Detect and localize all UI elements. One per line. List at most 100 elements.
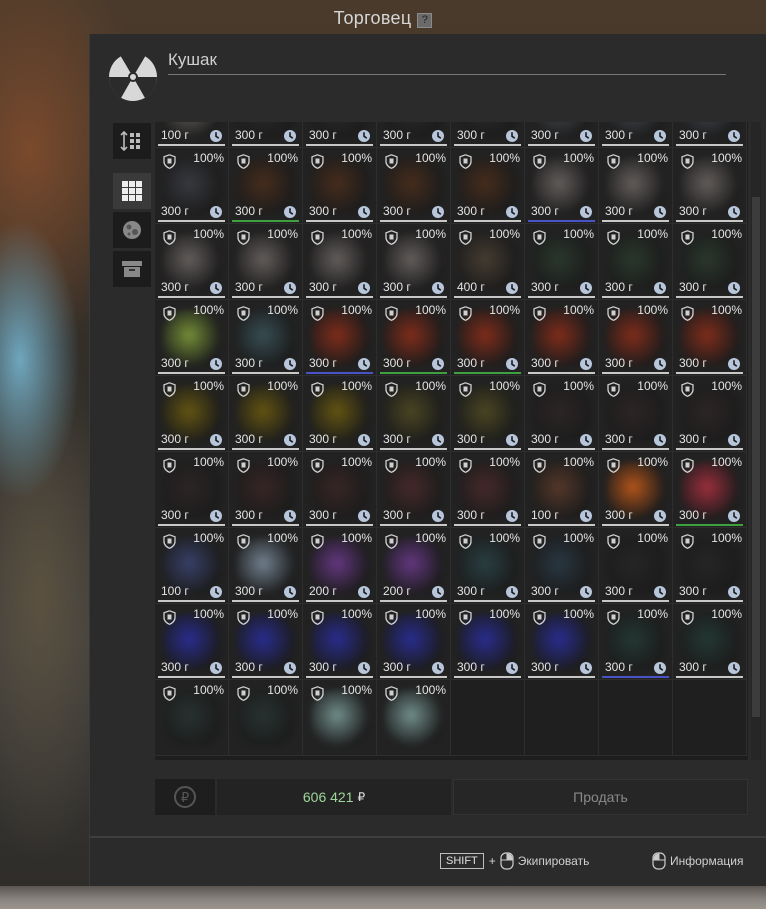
item-slot[interactable]: 100% 300 г (155, 604, 229, 680)
item-slot[interactable]: 300 г (599, 122, 673, 148)
protection-icon (163, 610, 176, 625)
item-slot[interactable]: 100% 100 г (525, 452, 599, 528)
item-weight: 300 г (679, 280, 707, 294)
item-slot[interactable]: 100% 300 г (673, 300, 747, 376)
item-slot[interactable]: 100% 300 г (303, 148, 377, 224)
item-slot[interactable]: 100% 300 г (229, 376, 303, 452)
item-slot[interactable]: 100% 300 г (525, 224, 599, 300)
item-slot[interactable]: 100% 300 г (599, 148, 673, 224)
box-icon (122, 261, 142, 277)
item-slot[interactable]: 100% 100 г (155, 528, 229, 604)
protection-icon (459, 458, 472, 473)
item-slot[interactable]: 100% 300 г (155, 376, 229, 452)
durability-percent: 100% (711, 531, 742, 545)
clock-icon (505, 356, 519, 370)
item-slot[interactable]: 100% 300 г (229, 300, 303, 376)
durability-percent: 100% (193, 455, 224, 469)
protection-icon (459, 610, 472, 625)
durability-percent: 100% (267, 455, 298, 469)
item-slot[interactable]: 100% 300 г (303, 376, 377, 452)
item-slot[interactable]: 100% 300 г (673, 528, 747, 604)
item-slot[interactable]: 100% 300 г (673, 604, 747, 680)
tab-all-items[interactable] (113, 173, 151, 209)
item-slot[interactable]: 100% 300 г (525, 300, 599, 376)
item-slot[interactable]: 100% 300 г (673, 148, 747, 224)
item-slot[interactable]: 100% 300 г (229, 604, 303, 680)
item-slot[interactable]: 100% 300 г (673, 224, 747, 300)
tab-containers[interactable] (113, 251, 151, 287)
item-slot[interactable]: 100% 300 г (451, 452, 525, 528)
quality-line (602, 372, 669, 374)
item-slot[interactable]: 100% 300 г (377, 452, 451, 528)
item-slot[interactable]: 100% 300 г (599, 528, 673, 604)
item-slot[interactable]: 100% 300 г (451, 376, 525, 452)
item-slot[interactable]: 300 г (451, 122, 525, 148)
durability-percent: 100% (193, 379, 224, 393)
item-slot[interactable]: 100% 300 г (155, 148, 229, 224)
item-slot[interactable]: 100% 300 г (229, 148, 303, 224)
item-slot[interactable]: 100 г (155, 122, 229, 148)
item-slot[interactable]: 100% 300 г (155, 452, 229, 528)
item-slot[interactable]: 100% (303, 680, 377, 756)
item-slot[interactable]: 100% (229, 680, 303, 756)
item-weight: 300 г (679, 508, 707, 522)
item-slot[interactable]: 100% 300 г (525, 528, 599, 604)
item-slot[interactable]: 100% 300 г (229, 224, 303, 300)
item-slot[interactable]: 100% 300 г (229, 528, 303, 604)
item-slot[interactable]: 300 г (229, 122, 303, 148)
scrollbar[interactable] (751, 122, 761, 760)
item-slot[interactable]: 100% 300 г (377, 224, 451, 300)
sell-mode-button[interactable]: ₽ (155, 779, 215, 815)
item-slot[interactable]: 100% 300 г (525, 376, 599, 452)
protection-icon (163, 458, 176, 473)
scrollbar-thumb[interactable] (752, 197, 760, 717)
item-slot[interactable]: 100% 200 г (377, 528, 451, 604)
item-slot[interactable]: 100% 300 г (303, 300, 377, 376)
clock-icon (727, 584, 741, 598)
item-slot[interactable]: 100% 300 г (599, 376, 673, 452)
clock-icon (727, 356, 741, 370)
item-slot[interactable]: 100% 300 г (599, 604, 673, 680)
tab-artifacts[interactable] (113, 212, 151, 248)
item-slot[interactable]: 100% 300 г (303, 452, 377, 528)
item-slot[interactable]: 100% 300 г (377, 604, 451, 680)
item-slot[interactable]: 100% 300 г (673, 376, 747, 452)
item-slot[interactable]: 100% 300 г (599, 300, 673, 376)
item-slot[interactable]: 100% 300 г (525, 604, 599, 680)
sell-button[interactable]: Продать (453, 779, 748, 815)
item-slot[interactable]: 100% 300 г (377, 300, 451, 376)
item-slot[interactable]: 100% 300 г (303, 224, 377, 300)
item-slot[interactable]: 100% 300 г (451, 604, 525, 680)
protection-icon (237, 306, 250, 321)
item-slot[interactable]: 100% 300 г (229, 452, 303, 528)
item-slot[interactable]: 100% 300 г (599, 224, 673, 300)
item-slot[interactable]: 100% (377, 680, 451, 756)
item-slot[interactable]: 300 г (303, 122, 377, 148)
quality-line (232, 524, 299, 526)
item-slot[interactable]: 100% 300 г (377, 148, 451, 224)
help-button[interactable]: ? (417, 13, 433, 28)
durability-percent: 100% (415, 151, 446, 165)
item-slot[interactable]: 100% 300 г (155, 224, 229, 300)
item-slot[interactable]: 100% 200 г (303, 528, 377, 604)
item-slot[interactable]: 100% 400 г (451, 224, 525, 300)
item-slot[interactable]: 100% 300 г (451, 528, 525, 604)
item-slot[interactable]: 100% 300 г (451, 148, 525, 224)
item-slot[interactable]: 300 г (377, 122, 451, 148)
item-slot[interactable]: 100% (155, 680, 229, 756)
item-weight: 300 г (383, 508, 411, 522)
item-slot[interactable]: 100% 300 г (377, 376, 451, 452)
item-slot[interactable]: 300 г (673, 122, 747, 148)
item-slot[interactable]: 100% 300 г (525, 148, 599, 224)
sort-tab[interactable] (113, 123, 151, 159)
item-slot[interactable]: 100% 300 г (303, 604, 377, 680)
protection-icon (533, 458, 546, 473)
item-slot[interactable]: 100% 300 г (673, 452, 747, 528)
item-slot[interactable]: 100% 300 г (599, 452, 673, 528)
item-slot[interactable]: 300 г (525, 122, 599, 148)
item-slot[interactable]: 100% 300 г (451, 300, 525, 376)
durability-percent: 100% (341, 379, 372, 393)
protection-icon (311, 230, 324, 245)
quality-line (528, 296, 595, 298)
item-slot[interactable]: 100% 300 г (155, 300, 229, 376)
